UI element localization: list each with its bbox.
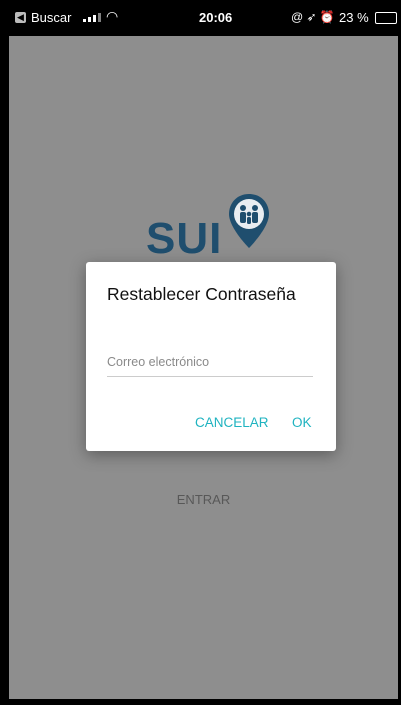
- family-pin-icon: [229, 194, 269, 248]
- logo-text: SUI: [146, 214, 223, 263]
- battery-icon: [375, 12, 397, 24]
- reset-password-dialog: Restablecer Contraseña CANCELAR OK: [86, 262, 336, 451]
- status-icons: @ ➶ ⏰: [291, 10, 335, 24]
- app-screen: ◀ Buscar ◠ 20:06 @ ➶ ⏰ 23 % SUI ENTRAR R…: [9, 0, 398, 699]
- login-button[interactable]: ENTRAR: [9, 492, 398, 507]
- cancel-button[interactable]: CANCELAR: [195, 415, 269, 430]
- app-logo: SUI: [146, 192, 296, 266]
- ok-button[interactable]: OK: [292, 415, 312, 430]
- back-arrow-icon[interactable]: ◀: [15, 12, 26, 23]
- battery-percent: 23 %: [339, 10, 369, 25]
- status-time: 20:06: [199, 10, 233, 25]
- back-to-app-label[interactable]: Buscar: [31, 10, 71, 25]
- status-bar: ◀ Buscar ◠ 20:06 @ ➶ ⏰ 23 %: [9, 0, 398, 36]
- wifi-icon: ◠: [106, 8, 119, 24]
- email-field[interactable]: [107, 348, 313, 377]
- signal-icon: [83, 13, 101, 22]
- dialog-title: Restablecer Contraseña: [107, 284, 296, 304]
